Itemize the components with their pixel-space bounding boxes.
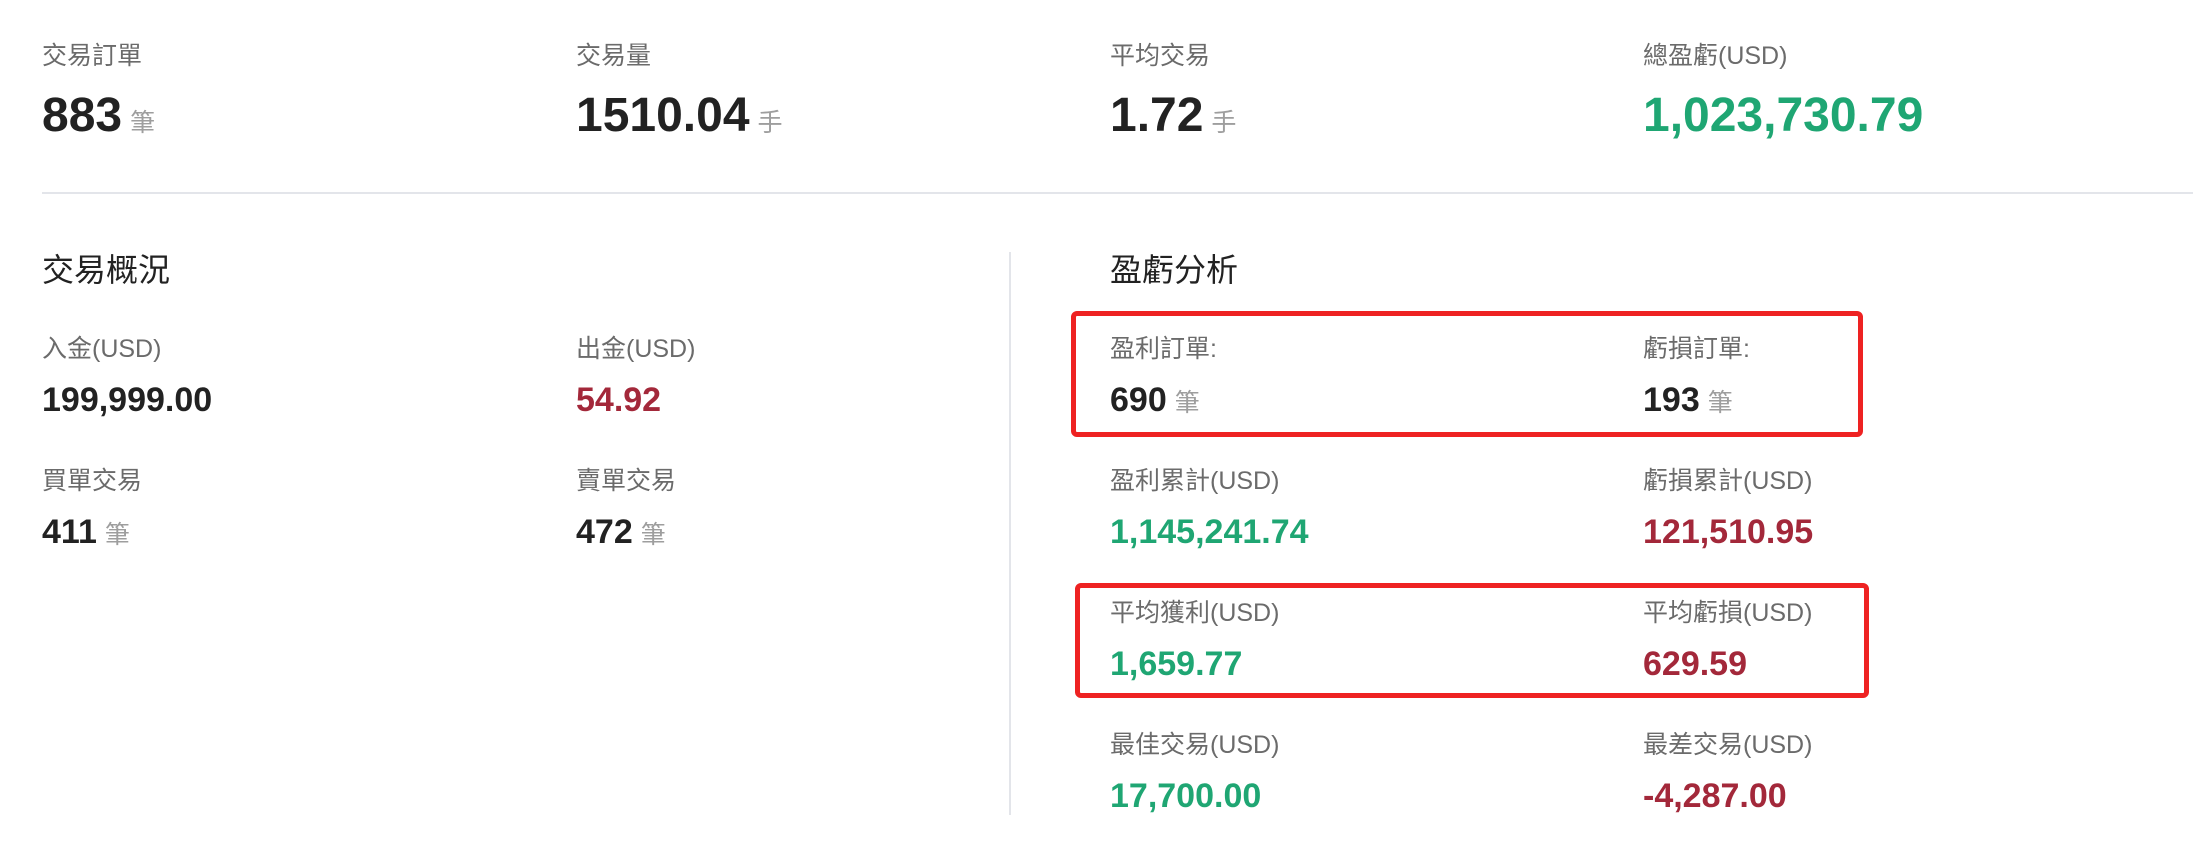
profit-orders-count: 690: [1110, 381, 1167, 419]
pnl-analysis-title: 盈虧分析: [1110, 252, 1239, 288]
orders-label: 交易訂單: [42, 42, 143, 70]
buy-trades-count: 411: [42, 513, 97, 551]
withdrawal-value: 54.92: [576, 381, 662, 419]
volume-value: 1510.04 手: [576, 92, 783, 140]
summary-divider: [42, 192, 2193, 194]
loss-orders-value: 193 筆: [1643, 383, 1733, 417]
avg-loss-label: 平均虧損(USD): [1643, 599, 1813, 627]
buy-trades-unit: 筆: [104, 521, 130, 549]
orders-count: 883: [42, 89, 123, 142]
buy-trades-value: 411 筆: [42, 515, 130, 549]
deposit-label: 入金(USD): [42, 335, 162, 363]
volume-label: 交易量: [576, 42, 652, 70]
sell-trades-count: 472: [576, 513, 633, 551]
orders-unit: 筆: [130, 109, 156, 137]
best-trade-label: 最佳交易(USD): [1110, 731, 1280, 759]
avg-loss-value: 629.59: [1643, 645, 1747, 683]
worst-trade-value: -4,287.00: [1643, 777, 1787, 815]
profit-orders-unit: 筆: [1174, 389, 1200, 417]
sell-trades-label: 賣單交易: [576, 467, 677, 495]
section-divider: [1009, 252, 1011, 815]
total-pnl-label: 總盈虧(USD): [1643, 42, 1788, 70]
loss-total-label: 虧損累計(USD): [1643, 467, 1813, 495]
profit-total-label: 盈利累計(USD): [1110, 467, 1280, 495]
sell-trades-unit: 筆: [640, 521, 666, 549]
loss-orders-label: 虧損訂單:: [1643, 335, 1750, 363]
profit-total-value: 1,145,241.74: [1110, 513, 1309, 551]
best-trade-value: 17,700.00: [1110, 777, 1262, 815]
volume-unit: 手: [757, 109, 783, 137]
withdrawal-label: 出金(USD): [576, 335, 696, 363]
avg-trade-unit: 手: [1211, 109, 1237, 137]
buy-trades-label: 買單交易: [42, 467, 143, 495]
avg-trade-label: 平均交易: [1110, 42, 1211, 70]
overview-title: 交易概況: [42, 252, 171, 288]
avg-profit-value: 1,659.77: [1110, 645, 1243, 683]
loss-total-value: 121,510.95: [1643, 513, 1814, 551]
worst-trade-label: 最差交易(USD): [1643, 731, 1813, 759]
profit-orders-label: 盈利訂單:: [1110, 335, 1217, 363]
profit-orders-value: 690 筆: [1110, 383, 1200, 417]
avg-trade-amount: 1.72: [1110, 89, 1204, 142]
highlight-box-order-counts: [1071, 311, 1863, 437]
orders-value: 883 筆: [42, 92, 155, 140]
loss-orders-count: 193: [1643, 381, 1700, 419]
sell-trades-value: 472 筆: [576, 515, 666, 549]
volume-amount: 1510.04: [576, 89, 750, 142]
avg-profit-label: 平均獲利(USD): [1110, 599, 1280, 627]
deposit-value: 199,999.00: [42, 381, 213, 419]
loss-orders-unit: 筆: [1707, 389, 1733, 417]
avg-trade-value: 1.72 手: [1110, 92, 1236, 140]
total-pnl-value: 1,023,730.79: [1643, 89, 1924, 142]
